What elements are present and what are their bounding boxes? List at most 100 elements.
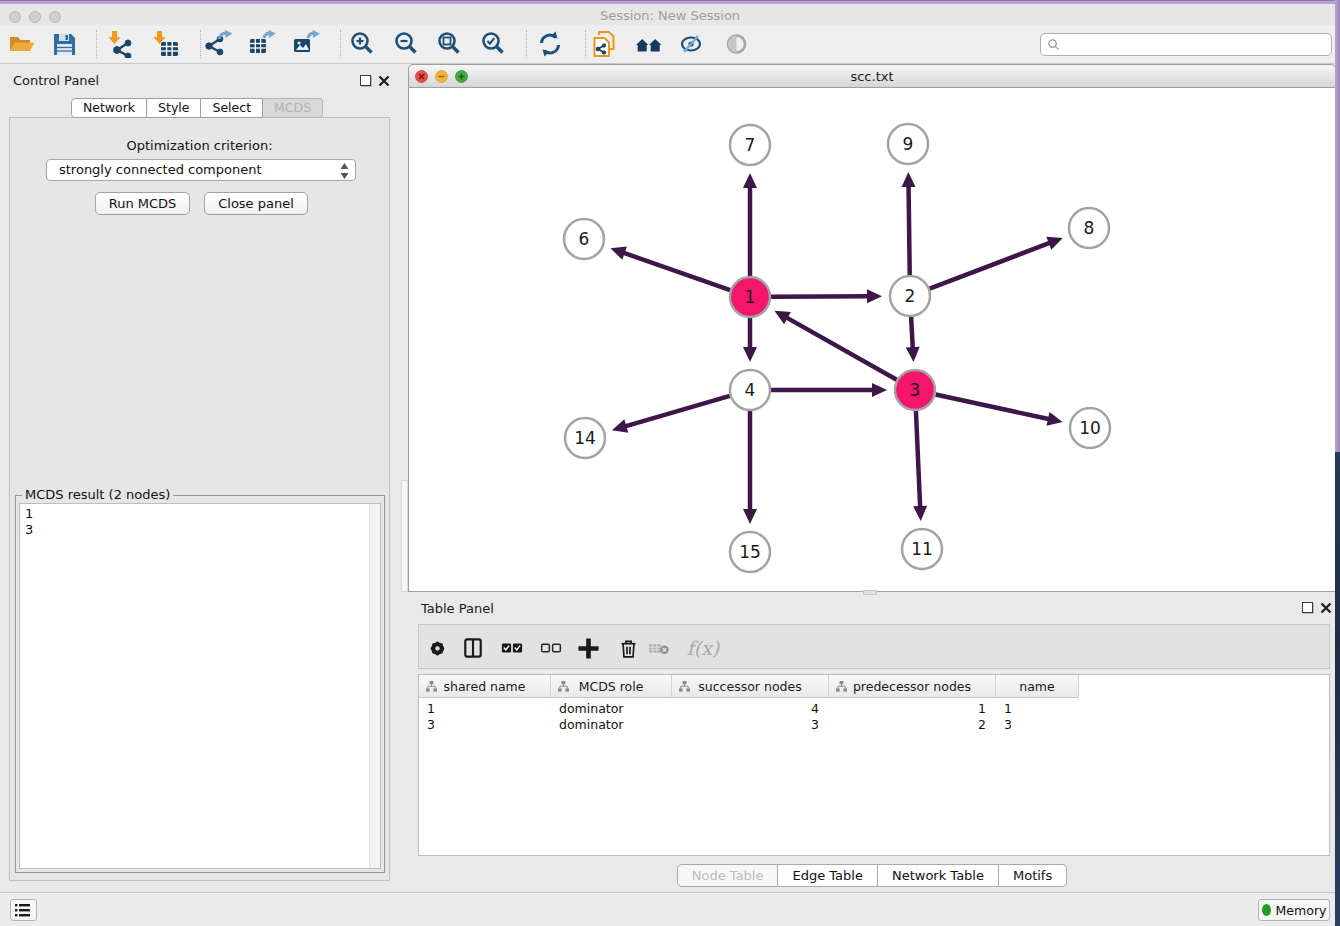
node-table: shared nameMCDS rolesuccessor nodesprede… xyxy=(418,674,1330,856)
horizontal-splitter-handle[interactable] xyxy=(863,590,877,595)
column-header-name[interactable]: name xyxy=(996,675,1079,698)
export-network-icon[interactable] xyxy=(205,30,233,58)
table-cell[interactable]: 1 xyxy=(427,701,435,717)
export-image-icon[interactable] xyxy=(292,30,320,58)
network-canvas[interactable]: 1234678910111415 xyxy=(408,88,1336,592)
graph-edge-3-11[interactable] xyxy=(916,411,920,509)
graph-node-label: 6 xyxy=(579,229,590,249)
graph-edge-3-1[interactable] xyxy=(785,317,897,380)
float-panel-icon[interactable] xyxy=(360,75,371,86)
delete-column-icon[interactable] xyxy=(615,635,641,661)
table-close-icon[interactable] xyxy=(1320,602,1332,614)
show-graphics-details-icon[interactable] xyxy=(678,30,706,58)
control-tab-style[interactable]: Style xyxy=(147,98,201,118)
table-panel-title: Table Panel xyxy=(421,601,494,616)
edge-arrowhead xyxy=(906,347,920,362)
create-column-icon[interactable] xyxy=(575,635,601,661)
graph-node-label: 4 xyxy=(745,380,756,400)
panel-splitter[interactable] xyxy=(401,480,408,592)
table-cell[interactable]: dominator xyxy=(559,717,624,733)
hierarchy-icon xyxy=(558,681,569,692)
zoom-out-icon[interactable] xyxy=(393,30,421,58)
reset-view-icon[interactable] xyxy=(635,30,663,58)
table-cell[interactable]: 3 xyxy=(1004,717,1012,733)
table-cell[interactable]: dominator xyxy=(559,701,624,717)
refresh-network-icon[interactable] xyxy=(536,30,564,58)
window-title: Session: New Session xyxy=(0,8,1340,23)
graph-node-label: 11 xyxy=(911,539,933,559)
column-header-MCDS-role[interactable]: MCDS role xyxy=(551,675,672,698)
edge-arrowhead xyxy=(610,247,626,260)
table-tab-network-table[interactable]: Network Table xyxy=(878,864,999,887)
column-header-predecessor-nodes[interactable]: predecessor nodes xyxy=(829,675,996,698)
show-column-icon[interactable] xyxy=(460,635,486,661)
graph-edge-2-3[interactable] xyxy=(911,317,913,350)
mcds-result-item: 1 xyxy=(25,506,380,522)
network-view-window: scc.txt 1234678910111415 xyxy=(408,64,1336,592)
mcds-result-list[interactable]: 13 xyxy=(19,503,381,869)
clone-network-icon[interactable] xyxy=(591,30,619,58)
zoom-selected-icon[interactable] xyxy=(480,30,508,58)
table-tab-node-table[interactable]: Node Table xyxy=(677,864,779,887)
close-panel-icon[interactable] xyxy=(378,75,390,87)
table-cell[interactable]: 1 xyxy=(829,701,986,717)
table-cell[interactable]: 3 xyxy=(672,717,819,733)
graph-node-label: 3 xyxy=(910,380,921,400)
background-window-edge xyxy=(1335,0,1340,452)
graph-node-label: 14 xyxy=(574,428,596,448)
memory-status-icon xyxy=(1262,904,1271,916)
control-tab-network[interactable]: Network xyxy=(71,98,147,118)
function-builder-icon[interactable]: f(x) xyxy=(682,635,724,661)
titlebar: Session: New Session xyxy=(0,4,1340,25)
graph-edge-4-14[interactable] xyxy=(623,396,729,427)
select-all-icon[interactable] xyxy=(499,635,525,661)
control-panel-header: Control Panel xyxy=(0,68,394,94)
column-header-shared-name[interactable]: shared name xyxy=(419,675,551,698)
table-tab-motifs[interactable]: Motifs xyxy=(999,864,1067,887)
graph-edge-1-6[interactable] xyxy=(622,252,730,290)
zoom-in-icon[interactable] xyxy=(349,30,377,58)
save-session-icon[interactable] xyxy=(50,30,78,58)
table-cell[interactable]: 2 xyxy=(829,717,986,733)
main-toolbar xyxy=(0,25,1340,64)
graph-edge-2-9[interactable] xyxy=(909,184,910,275)
edge-arrowhead xyxy=(743,509,757,524)
table-cell[interactable]: 1 xyxy=(1004,701,1012,717)
graph-edge-1-2[interactable] xyxy=(771,296,870,297)
column-header-successor-nodes[interactable]: successor nodes xyxy=(672,675,829,698)
table-cell[interactable]: 4 xyxy=(672,701,819,717)
control-tab-select[interactable]: Select xyxy=(201,98,263,118)
table-cell[interactable]: 3 xyxy=(427,717,435,733)
desktop-background xyxy=(1335,452,1340,926)
edge-arrowhead xyxy=(612,419,628,432)
export-table-icon[interactable] xyxy=(248,30,276,58)
result-scrollbar[interactable] xyxy=(369,504,380,868)
mcds-result-groupbox: MCDS result (2 nodes) 13 xyxy=(15,495,385,873)
edge-arrowhead xyxy=(1046,412,1062,426)
hierarchy-icon xyxy=(679,681,690,692)
table-float-icon[interactable] xyxy=(1302,602,1313,613)
import-table-icon[interactable] xyxy=(152,30,180,58)
search-input[interactable] xyxy=(1060,38,1310,52)
deselect-all-icon[interactable] xyxy=(538,635,564,661)
zoom-fit-icon[interactable] xyxy=(436,30,464,58)
control-tab-mcds[interactable]: MCDS xyxy=(263,98,323,118)
table-settings-icon[interactable] xyxy=(424,635,450,661)
run-mcds-button[interactable]: Run MCDS xyxy=(95,192,190,215)
hierarchy-icon xyxy=(836,681,847,692)
delete-table-icon[interactable] xyxy=(646,635,672,661)
graph-edge-3-10[interactable] xyxy=(936,394,1051,419)
mcds-panel: Optimization criterion: strongly connect… xyxy=(9,117,390,881)
optimization-criterion-dropdown[interactable]: strongly connected component xyxy=(46,159,356,181)
memory-button[interactable]: Memory xyxy=(1258,899,1330,921)
network-window-titlebar[interactable]: scc.txt xyxy=(408,64,1336,88)
memory-label: Memory xyxy=(1276,903,1327,918)
close-panel-button[interactable]: Close panel xyxy=(204,192,308,215)
table-tab-edge-table[interactable]: Edge Table xyxy=(778,864,877,887)
search-box[interactable] xyxy=(1040,33,1332,56)
import-network-icon[interactable] xyxy=(107,30,135,58)
graph-edge-2-8[interactable] xyxy=(930,242,1052,288)
open-session-icon[interactable] xyxy=(8,30,36,58)
task-history-button[interactable] xyxy=(10,899,37,921)
preview-toggle-icon[interactable] xyxy=(723,30,751,58)
